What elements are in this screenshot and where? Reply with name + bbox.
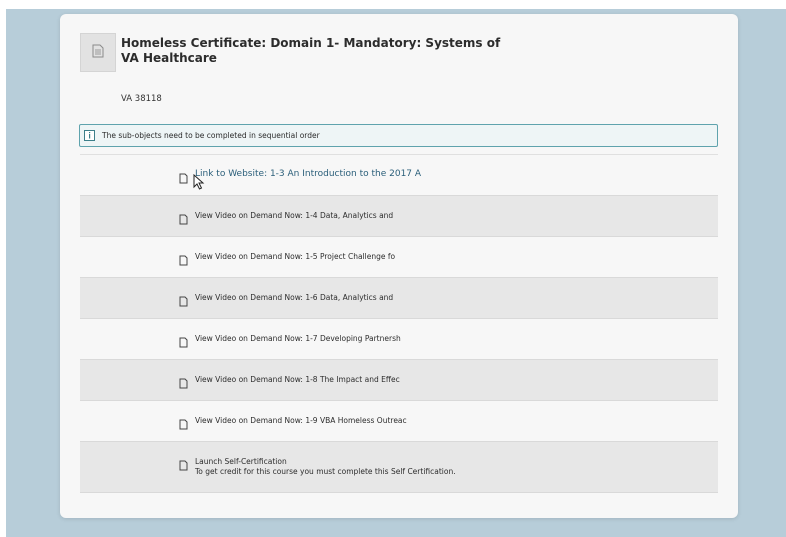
list-item[interactable]: View Video on Demand Now: 1-4 Data, Anal… [80,196,718,237]
document-icon [179,415,188,430]
list-item-label[interactable]: Launch Self-Certification To get credit … [195,457,456,477]
list-item-label[interactable]: View Video on Demand Now: 1-5 Project Ch… [195,252,395,261]
list-item-link[interactable]: Link to Website: 1-3 An Introduction to … [195,169,421,179]
document-icon [179,333,188,348]
course-header: Homeless Certificate: Domain 1- Mandator… [80,33,720,104]
course-detail-panel: Homeless Certificate: Domain 1- Mandator… [60,14,738,518]
sequential-order-notice: The sub-objects need to be completed in … [79,124,718,147]
self-certification-title[interactable]: Launch Self-Certification [195,457,287,466]
document-icon [179,456,188,471]
list-item[interactable]: Link to Website: 1-3 An Introduction to … [80,155,718,196]
notice-text: The sub-objects need to be completed in … [102,131,320,140]
document-icon [179,251,188,266]
list-item-label[interactable]: View Video on Demand Now: 1-6 Data, Anal… [195,293,393,302]
list-item[interactable]: View Video on Demand Now: 1-6 Data, Anal… [80,278,718,319]
list-item-label[interactable]: View Video on Demand Now: 1-8 The Impact… [195,375,400,384]
document-icon [179,292,188,307]
document-icon [179,374,188,389]
course-title: Homeless Certificate: Domain 1- Mandator… [121,36,501,65]
list-item[interactable]: View Video on Demand Now: 1-8 The Impact… [80,360,718,401]
document-icon [92,43,104,62]
mouse-cursor-icon [193,173,205,191]
self-certification-description: To get credit for this course you must c… [195,467,456,476]
document-icon [179,169,188,184]
sub-object-list: Link to Website: 1-3 An Introduction to … [80,154,718,493]
list-item-label[interactable]: View Video on Demand Now: 1-4 Data, Anal… [195,211,393,220]
list-item[interactable]: View Video on Demand Now: 1-7 Developing… [80,319,718,360]
course-thumbnail [80,33,116,72]
list-item[interactable]: View Video on Demand Now: 1-5 Project Ch… [80,237,718,278]
list-item[interactable]: View Video on Demand Now: 1-9 VBA Homele… [80,401,718,442]
course-code: VA 38118 [121,94,162,104]
list-item-label[interactable]: View Video on Demand Now: 1-7 Developing… [195,334,401,343]
list-item-label[interactable]: View Video on Demand Now: 1-9 VBA Homele… [195,416,407,425]
info-icon [84,130,95,141]
list-item[interactable]: Launch Self-Certification To get credit … [80,442,718,493]
document-icon [179,210,188,225]
